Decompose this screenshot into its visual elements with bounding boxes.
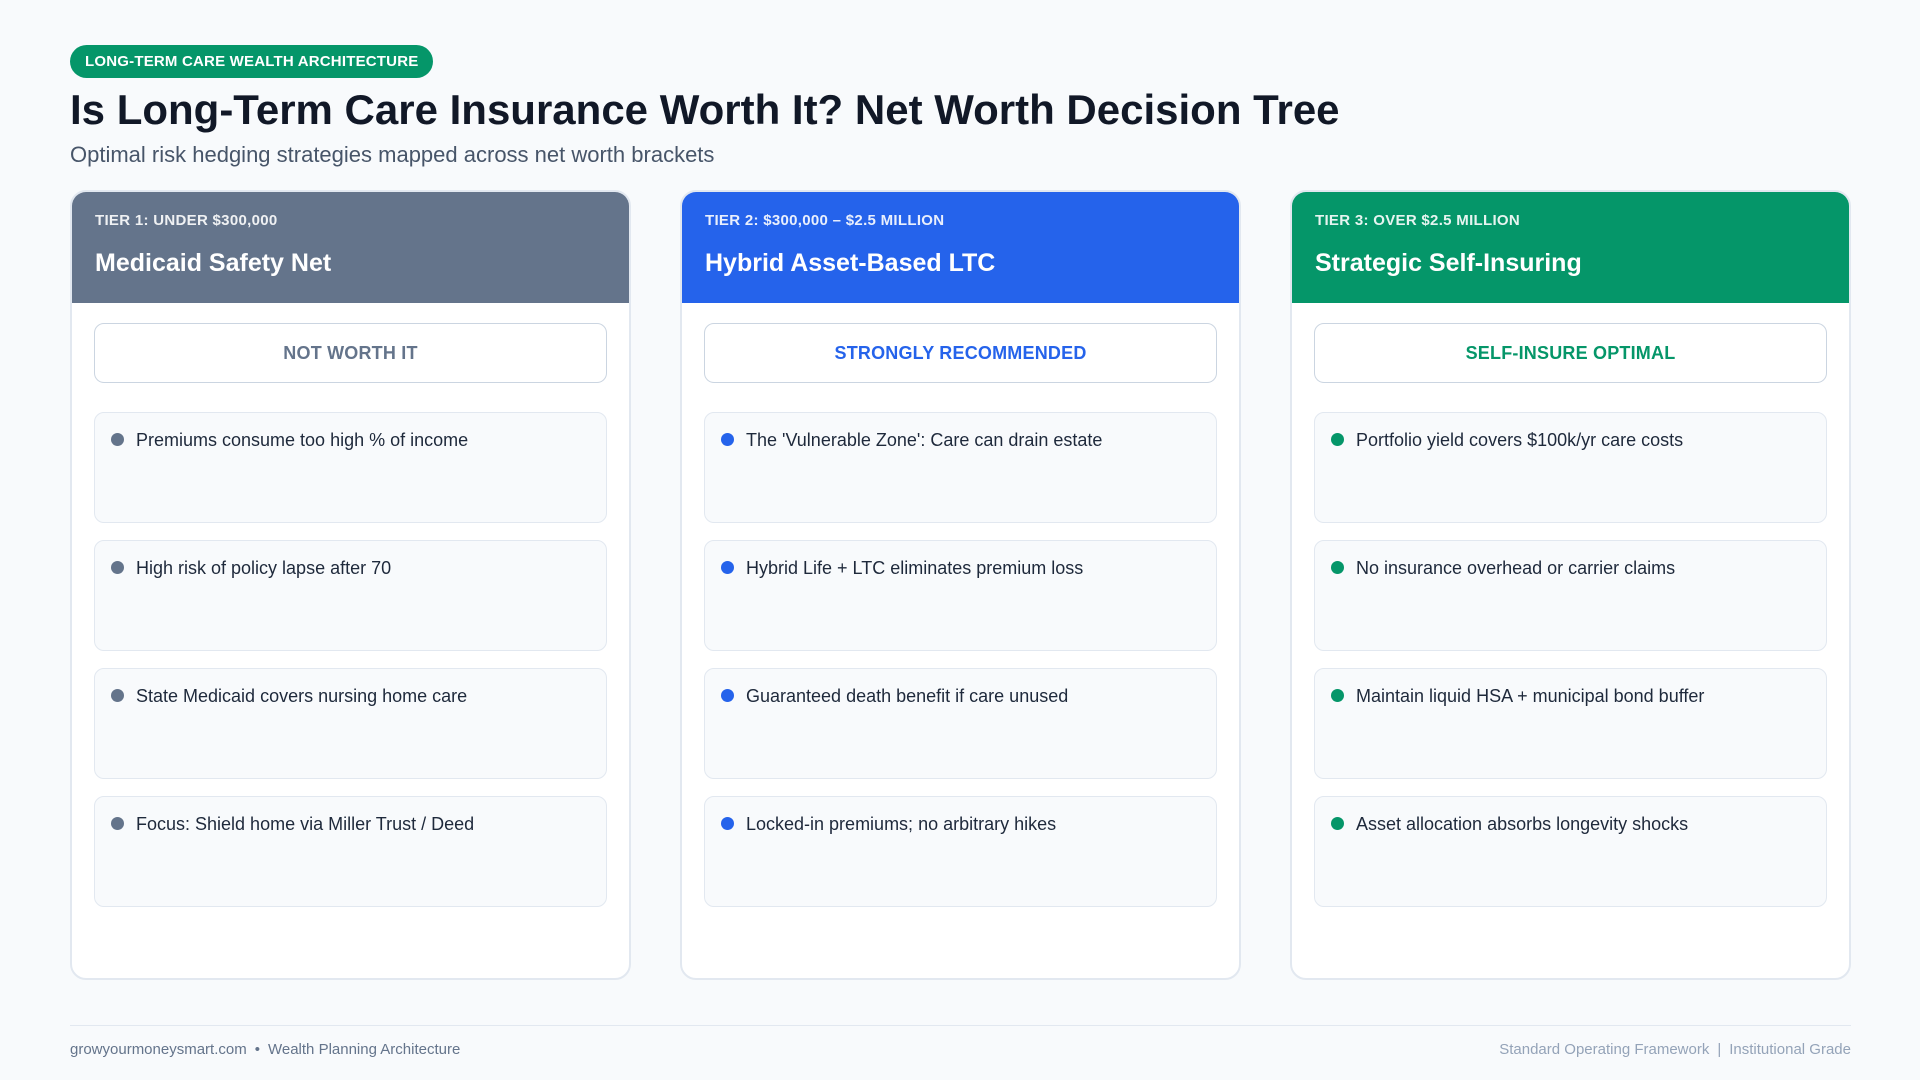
tier-card-header: TIER 2: $300,000 – $2.5 MILLION Hybrid A… [682,192,1239,303]
tier-label: TIER 2: $300,000 – $2.5 MILLION [705,212,945,229]
point-text: Asset allocation absorbs longevity shock… [1356,814,1689,834]
tier-card-2: TIER 2: $300,000 – $2.5 MILLION Hybrid A… [680,190,1241,980]
tier-label: TIER 1: UNDER $300,000 [95,212,278,229]
footer-right: Standard Operating Framework | Institution… [1499,1041,1851,1058]
footer-left: growyourmoneysmart.com • Wealth Planning A… [70,1041,460,1058]
tier-card-3: TIER 3: OVER $2.5 MILLION Strategic Self… [1290,190,1851,980]
point-item: No insurance overhead or carrier claims [1314,540,1827,651]
tier-name: Hybrid Asset-Based LTC [705,249,996,277]
point-text: Guaranteed death benefit if care unused [746,686,1069,706]
tier-label: TIER 3: OVER $2.5 MILLION [1315,212,1521,229]
bullet-dot-icon [1331,433,1344,446]
page-title: Is Long-Term Care Insurance Worth It? Ne… [70,86,1340,133]
tier-card-header: TIER 3: OVER $2.5 MILLION Strategic Self… [1292,192,1849,303]
point-item: High risk of policy lapse after 70 [94,540,607,651]
footer-grade: Institutional Grade [1729,1041,1851,1058]
point-text: State Medicaid covers nursing home care [136,686,468,706]
point-list: Portfolio yield covers $100k/yr care cos… [1314,412,1827,907]
point-text: Focus: Shield home via Miller Trust / De… [136,814,475,834]
tier-card-body: STRONGLY RECOMMENDED The 'Vulnerable Zon… [682,303,1239,907]
point-item: State Medicaid covers nursing home care [94,668,607,779]
bullet-dot-icon [721,817,734,830]
footer-framework: Standard Operating Framework [1499,1041,1710,1058]
point-text: Portfolio yield covers $100k/yr care cos… [1356,430,1684,450]
point-item: Locked-in premiums; no arbitrary hikes [704,796,1217,907]
tier-card-body: SELF-INSURE OPTIMAL Portfolio yield cove… [1292,303,1849,907]
bullet-dot-icon [721,689,734,702]
point-text: The 'Vulnerable Zone': Care can drain es… [746,430,1103,450]
bullet-dot-icon [111,433,124,446]
verdict-badge: SELF-INSURE OPTIMAL [1314,323,1827,383]
bullet-dot-icon [111,561,124,574]
bullet-dot-icon [1331,689,1344,702]
point-text: Maintain liquid HSA + municipal bond buf… [1356,686,1705,706]
bullet-dot-icon [111,817,124,830]
footer-section: Wealth Planning Architecture [267,1041,461,1058]
point-text: High risk of policy lapse after 70 [136,558,392,578]
point-item: Asset allocation absorbs longevity shock… [1314,796,1827,907]
bullet-dot-icon [1331,561,1344,574]
point-item: Hybrid Life + LTC eliminates premium los… [704,540,1217,651]
bullet-dot-icon [721,561,734,574]
point-item: Focus: Shield home via Miller Trust / De… [94,796,607,907]
point-item: Premiums consume too high % of income [94,412,607,523]
point-item: The 'Vulnerable Zone': Care can drain es… [704,412,1217,523]
point-text: Premiums consume too high % of income [136,430,469,450]
page: LONG-TERM CARE WEALTH ARCHITECTURE Is Lo… [0,0,1920,1080]
point-text: No insurance overhead or carrier claims [1356,558,1676,578]
point-list: The 'Vulnerable Zone': Care can drain es… [704,412,1217,907]
tier-card-body: NOT WORTH IT Premiums consume too high %… [72,303,629,907]
footer-bullet: • [254,1041,260,1058]
point-text: Locked-in premiums; no arbitrary hikes [746,814,1057,834]
footer-divider [70,1025,1851,1026]
tier-card-1: TIER 1: UNDER $300,000 Medicaid Safety N… [70,190,631,980]
tier-cards: TIER 1: UNDER $300,000 Medicaid Safety N… [70,190,1851,980]
footer-divider-bar: | [1717,1041,1722,1058]
point-item: Maintain liquid HSA + municipal bond buf… [1314,668,1827,779]
verdict-badge: NOT WORTH IT [94,323,607,383]
point-item: Guaranteed death benefit if care unused [704,668,1217,779]
bullet-dot-icon [111,689,124,702]
footer-site-link[interactable]: growyourmoneysmart.com [70,1041,247,1058]
tier-card-header: TIER 1: UNDER $300,000 Medicaid Safety N… [72,192,629,303]
category-badge: LONG-TERM CARE WEALTH ARCHITECTURE [70,45,434,78]
bullet-dot-icon [1331,817,1344,830]
verdict-badge: STRONGLY RECOMMENDED [704,323,1217,383]
tier-name: Medicaid Safety Net [95,249,332,277]
point-item: Portfolio yield covers $100k/yr care cos… [1314,412,1827,523]
point-list: Premiums consume too high % of income Hi… [94,412,607,907]
point-text: Hybrid Life + LTC eliminates premium los… [746,558,1084,578]
tier-name: Strategic Self-Insuring [1315,249,1582,277]
bullet-dot-icon [721,433,734,446]
page-subtitle: Optimal risk hedging strategies mapped a… [70,142,715,167]
